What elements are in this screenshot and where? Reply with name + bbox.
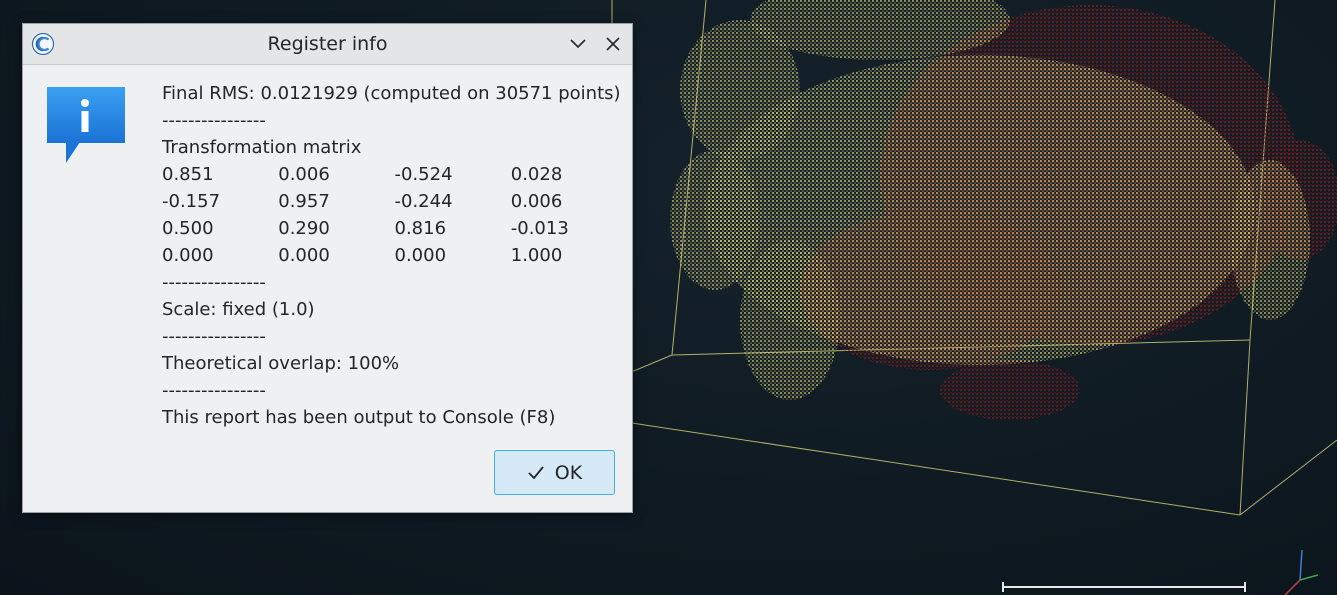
scale-bar <box>1002 582 1246 592</box>
matrix-cell: -0.013 <box>510 218 569 239</box>
overlap-text: Theoretical overlap: 100% <box>162 353 400 374</box>
matrix-row: 0.500 0.290 0.816 -0.013 <box>162 215 627 242</box>
matrix-cell: 0.851 <box>162 164 214 185</box>
matrix-cell: 0.006 <box>278 164 330 185</box>
separator: ---------------- <box>162 326 266 347</box>
matrix-cell: 1.000 <box>510 245 563 266</box>
matrix-cell: 0.957 <box>278 191 330 212</box>
close-icon[interactable] <box>601 32 625 56</box>
report-content: Final RMS: 0.0121929 (computed on 30571 … <box>162 80 627 431</box>
matrix-cell: 0.000 <box>278 245 330 266</box>
matrix-cell: 0.500 <box>162 218 214 239</box>
axis-trihedron <box>1284 549 1319 595</box>
ok-button[interactable]: OK <box>494 450 615 495</box>
matrix-row: 0.000 0.000 0.000 1.000 <box>162 242 627 269</box>
dialog-title: Register info <box>267 33 388 55</box>
matrix-cell: 0.000 <box>162 245 214 266</box>
matrix-cell: -0.157 <box>162 191 221 212</box>
matrix-title: Transformation matrix <box>162 137 362 158</box>
matrix-row: 0.851 0.006 -0.524 0.028 <box>162 161 627 188</box>
matrix-cell: -0.524 <box>394 164 453 185</box>
checkmark-icon <box>527 464 545 482</box>
chevron-down-icon[interactable] <box>566 32 590 56</box>
matrix-row: -0.157 0.957 -0.244 0.006 <box>162 188 627 215</box>
matrix-cell: 0.816 <box>394 218 447 239</box>
matrix-cell: 0.000 <box>394 245 447 266</box>
transformation-matrix: 0.851 0.006 -0.524 0.028 -0.157 0.957 -0… <box>162 161 627 269</box>
register-info-dialog: Register info Final RMS: 0.0121929 (comp… <box>22 23 633 513</box>
scale-text: Scale: fixed (1.0) <box>162 299 315 320</box>
separator: ---------------- <box>162 110 266 131</box>
matrix-cell: -0.244 <box>394 191 453 212</box>
matrix-cell: 0.006 <box>510 191 563 212</box>
console-note-text: This report has been output to Console (… <box>162 407 556 428</box>
dialog-titlebar[interactable]: Register info <box>23 24 632 65</box>
separator: ---------------- <box>162 380 266 401</box>
information-icon <box>46 86 126 166</box>
matrix-cell: 0.290 <box>278 218 330 239</box>
separator: ---------------- <box>162 272 266 293</box>
matrix-cell: 0.028 <box>510 164 563 185</box>
ok-button-label: OK <box>554 461 583 484</box>
final-rms-text: Final RMS: 0.0121929 (computed on 30571 … <box>162 83 621 104</box>
